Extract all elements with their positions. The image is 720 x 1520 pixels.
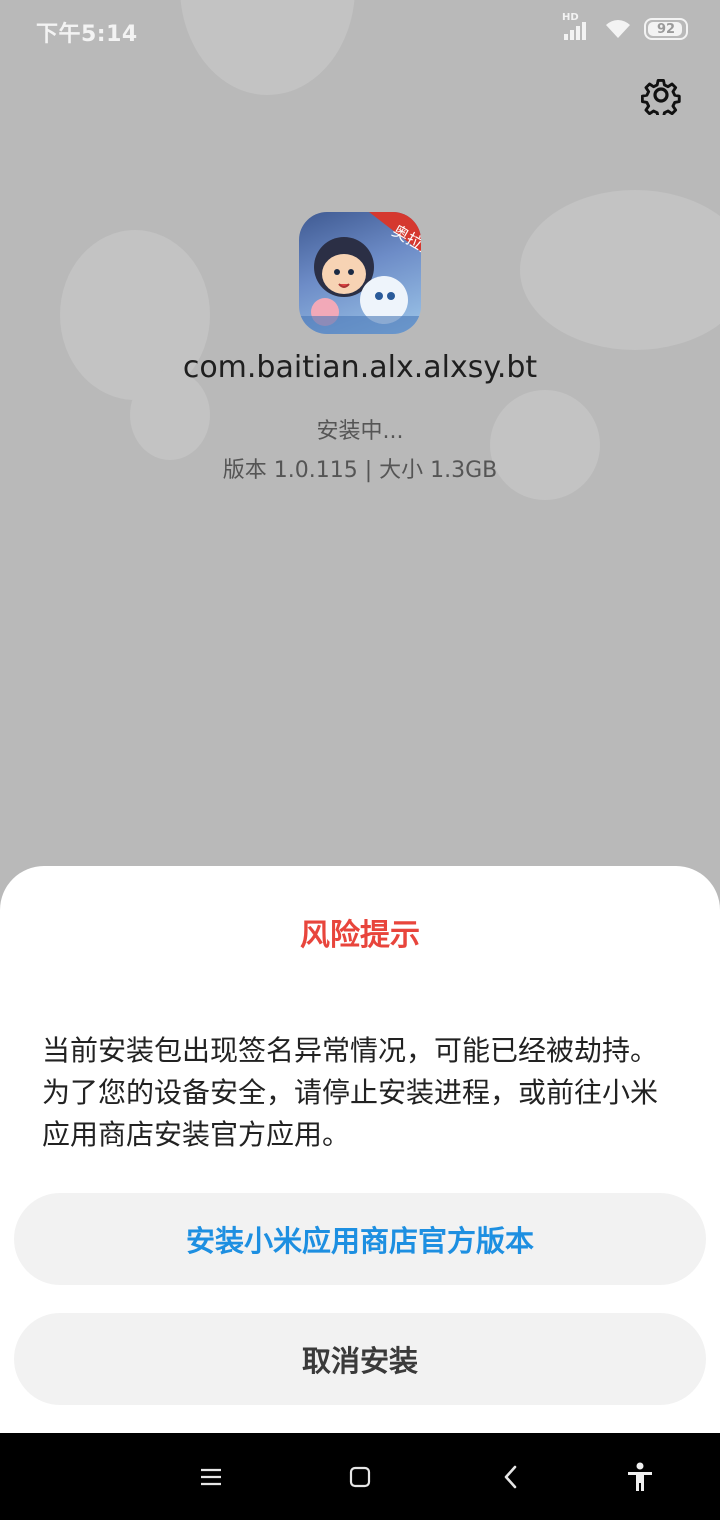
installer-screen: 下午5:14 HD 92 奥拉星 com.baitian.alx.alxsy.b… — [0, 0, 720, 1520]
version-info: 版本 1.0.115 | 大小 1.3GB — [222, 458, 498, 483]
back-icon — [504, 1465, 517, 1488]
gear-icon — [641, 78, 681, 115]
install-status: 安装中... — [316, 419, 404, 444]
back-button[interactable] — [471, 1433, 551, 1520]
dialog-message: 当前安装包出现签名异常情况，可能已经被劫持。为了您的设备安全，请停止安装进程，或… — [42, 1034, 659, 1151]
navigation-bar — [0, 1433, 720, 1520]
cancel-install-button[interactable]: 取消安装 — [14, 1313, 706, 1405]
wifi-icon — [606, 20, 630, 38]
risk-warning-dialog: 风险提示 当前安装包出现签名异常情况，可能已经被劫持。为了您的设备安全，请停止安… — [0, 866, 720, 1436]
package-name: com.baitian.alx.alxsy.bt — [182, 350, 538, 385]
home-button[interactable] — [320, 1433, 400, 1520]
install-official-version-button[interactable]: 安装小米应用商店官方版本 — [14, 1193, 706, 1285]
status-time: 下午5:14 — [36, 22, 138, 47]
home-icon — [349, 1466, 371, 1487]
battery-icon: 92 — [644, 18, 688, 40]
accessibility-button[interactable] — [600, 1433, 680, 1520]
app-icon: 奥拉星 — [299, 212, 421, 334]
accessibility-icon — [628, 1462, 652, 1491]
signal-icon: HD — [562, 12, 592, 42]
menu-icon — [201, 1468, 221, 1485]
battery-level: 92 — [656, 21, 676, 37]
background-shape — [520, 190, 720, 350]
menu-button[interactable] — [171, 1433, 251, 1520]
settings-button[interactable] — [636, 70, 686, 120]
status-icons: HD 92 — [562, 12, 688, 42]
status-bar: 下午5:14 HD 92 — [0, 0, 720, 60]
dialog-title: 风险提示 — [300, 918, 420, 953]
